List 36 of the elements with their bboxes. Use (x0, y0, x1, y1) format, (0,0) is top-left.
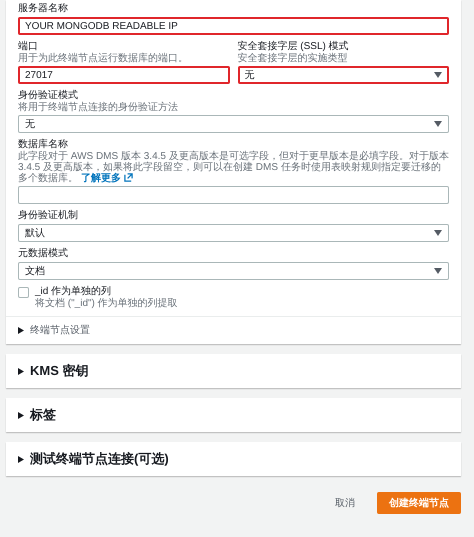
expand-triangle-icon[interactable] (18, 368, 24, 374)
dropdown-caret-icon (434, 268, 442, 274)
dropdown-caret-icon (434, 230, 442, 236)
field-description: 安全套接字层的实施类型 (238, 53, 348, 64)
field-label: 端口 (18, 41, 38, 53)
dropdown-caret-icon (434, 72, 442, 78)
expand-triangle-icon[interactable] (18, 326, 24, 334)
field-label: 数据库名称 (18, 139, 69, 150)
field-label: 服务器名称 (18, 3, 69, 15)
section-title[interactable]: 终端节点设置 (30, 323, 90, 337)
collapsible-section[interactable]: KMS 密钥 (6, 354, 461, 388)
expand-triangle-icon[interactable] (18, 412, 24, 418)
dropdown-field[interactable]: 默认 (18, 224, 449, 242)
field-description: 此字段对于 AWS DMS 版本 3.4.5 及更高版本是可选字段，但对于更早版本是必填字段。对于版本 3.4.5 及更高版本，如果将此字段留空，则可以在创建 DMS 任务时使用表映射规则指定要迁移的多个数据库。 了解更多 (18, 151, 449, 184)
field-label: 安全套接字层 (SSL) 模式 (238, 41, 350, 52)
dropdown-field[interactable]: 文档 (18, 262, 449, 280)
collapsible-section[interactable]: 测试终端节点连接(可选) (6, 442, 461, 476)
learn-more-link[interactable]: 了解更多 (80, 173, 133, 184)
input-field[interactable]: 27017 (18, 66, 230, 84)
field-label: 身份验证机制 (18, 210, 79, 222)
field-label: 元数据模式 (18, 248, 69, 260)
dropdown-field[interactable]: 无 (238, 66, 449, 84)
expand-triangle-icon[interactable] (18, 456, 24, 462)
input-field[interactable]: YOUR MONGODB READABLE IP (18, 17, 449, 35)
dropdown-field[interactable]: 无 (18, 115, 449, 133)
cancel-button[interactable]: 取消 (331, 492, 359, 514)
checkbox[interactable] (18, 287, 29, 298)
field-label: 身份验证模式 (18, 90, 79, 102)
field-description: 用于为此终端节点运行数据库的端口。 (18, 53, 189, 64)
external-link-icon (124, 173, 133, 182)
dropdown-caret-icon (434, 121, 442, 127)
field-description: 将文档 ("_id") 作为单独的列提取 (35, 298, 178, 309)
checkbox-label: _id 作为单独的列 (35, 286, 112, 298)
input-field[interactable] (18, 186, 449, 204)
field-description: 将用于终端节点连接的身份验证方法 (18, 102, 179, 113)
collapsible-section[interactable]: 标签 (6, 398, 461, 432)
